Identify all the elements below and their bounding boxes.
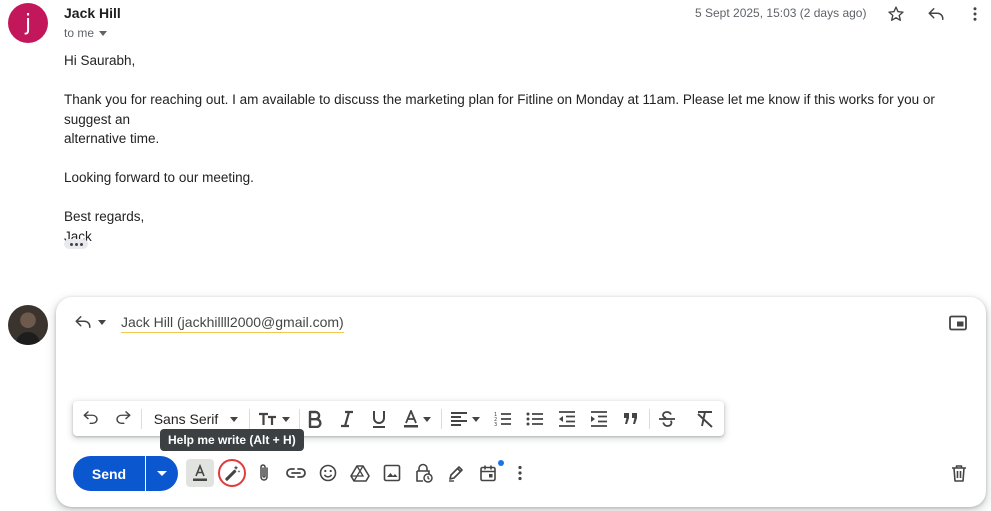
link-icon (286, 468, 306, 478)
numbered-list-icon: 123 (494, 412, 511, 427)
body-line: Looking forward to our meeting. (64, 170, 254, 185)
bulleted-list-button[interactable] (523, 406, 547, 432)
toolbar-divider (141, 409, 142, 429)
pop-out-button[interactable] (948, 313, 968, 333)
closing: Best regards, (64, 209, 145, 224)
undo-icon (83, 411, 98, 425)
clear-formatting-icon (697, 411, 713, 428)
insert-drive-button[interactable] (346, 459, 374, 487)
toolbar-divider (299, 409, 300, 429)
drive-icon (350, 465, 370, 482)
chevron-down-icon (157, 471, 167, 476)
quote-button[interactable] (619, 406, 643, 432)
strikethrough-icon (659, 411, 675, 427)
underline-button[interactable] (367, 406, 391, 432)
pop-out-icon (949, 315, 967, 331)
insert-emoji-button[interactable] (314, 459, 342, 487)
discard-draft-button[interactable] (945, 459, 973, 487)
body-line: alternative time. (64, 131, 160, 146)
toolbar-divider (249, 409, 250, 429)
underline-icon (373, 411, 385, 428)
help-me-write-tooltip: Help me write (Alt + H) (160, 429, 304, 451)
align-left-icon (451, 412, 467, 426)
italic-icon (341, 410, 353, 428)
svg-text:3: 3 (494, 422, 497, 427)
dot-icon (69, 242, 73, 246)
trash-icon (952, 465, 966, 482)
reply-type-dropdown[interactable] (74, 313, 106, 331)
notification-dot (498, 460, 504, 466)
chevron-down-icon (98, 319, 106, 325)
indent-less-icon (559, 411, 575, 427)
pen-icon (449, 466, 463, 482)
toolbar-divider (649, 409, 650, 429)
bulleted-list-icon (526, 412, 543, 426)
confidential-mode-button[interactable] (410, 459, 438, 487)
recipients-toggle[interactable]: to me (64, 26, 108, 40)
quote-icon (624, 413, 637, 424)
indent-more-icon (591, 411, 607, 427)
font-family-label: Sans Serif (153, 411, 219, 427)
insert-photo-button[interactable] (378, 459, 406, 487)
star-icon (888, 6, 904, 21)
redo-button[interactable] (111, 406, 135, 432)
image-icon (383, 464, 401, 482)
text-format-icon (193, 464, 207, 481)
body-line: Thank you for reaching out. I am availab… (64, 92, 935, 127)
undo-button[interactable] (79, 406, 103, 432)
insert-signature-button[interactable] (442, 459, 470, 487)
magic-pen-icon (225, 465, 241, 481)
message-body: Hi Saurabh, Thank you for reaching out. … (64, 51, 979, 246)
reply-icon (928, 8, 944, 20)
send-button[interactable]: Send (73, 456, 145, 491)
chevron-down-icon (472, 416, 480, 422)
strikethrough-button[interactable] (655, 406, 679, 432)
signature: Jack (64, 228, 92, 244)
formatting-options-button[interactable] (186, 459, 214, 487)
chevron-down-icon (230, 416, 239, 422)
lock-clock-icon (416, 463, 433, 483)
bold-button[interactable] (303, 406, 327, 432)
greeting: Hi Saurabh, (64, 53, 136, 68)
more-options-button[interactable] (963, 2, 987, 26)
dot-icon (74, 242, 78, 246)
numbered-list-button[interactable]: 123 (491, 406, 515, 432)
indent-less-button[interactable] (555, 406, 579, 432)
reply-button[interactable] (924, 2, 948, 26)
calendar-icon (480, 465, 496, 482)
chevron-down-icon (99, 31, 108, 36)
remove-formatting-button[interactable] (693, 406, 717, 432)
message-date: 5 Sept 2025, 15:03 (2 days ago) (695, 6, 867, 20)
text-color-dropdown[interactable] (399, 406, 435, 432)
reply-icon (75, 316, 91, 328)
help-me-write-button[interactable] (218, 459, 246, 487)
toolbar-divider (441, 409, 442, 429)
user-avatar (8, 305, 48, 345)
sender-name[interactable]: Jack Hill (64, 5, 121, 21)
text-color-icon (404, 410, 418, 428)
more-vert-icon (973, 7, 977, 21)
attach-file-button[interactable] (250, 459, 278, 487)
indent-more-button[interactable] (587, 406, 611, 432)
bold-icon (308, 410, 322, 428)
dot-icon (79, 242, 83, 246)
chevron-down-icon (423, 416, 431, 422)
chevron-down-icon (282, 416, 290, 422)
more-options-button[interactable] (506, 459, 534, 487)
sender-avatar[interactable]: j (8, 3, 48, 43)
insert-link-button[interactable] (282, 459, 310, 487)
redo-icon (116, 411, 131, 425)
italic-button[interactable] (335, 406, 359, 432)
to-me-label: to me (64, 26, 95, 40)
recipient-chip[interactable]: Jack Hill (jackhillll2000@gmail.com) (121, 314, 344, 333)
star-button[interactable] (884, 2, 908, 26)
show-trimmed-content-button[interactable] (64, 239, 88, 249)
emoji-icon (319, 464, 337, 482)
more-vert-icon (518, 465, 522, 481)
align-dropdown[interactable] (447, 406, 483, 432)
paperclip-icon (260, 464, 268, 481)
text-size-icon (259, 412, 276, 425)
